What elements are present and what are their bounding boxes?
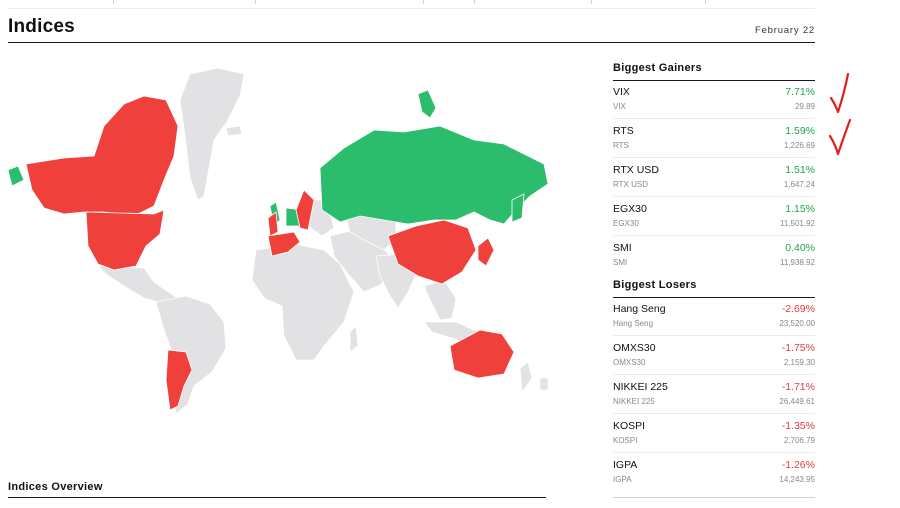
top-divider bbox=[591, 0, 592, 4]
index-name: RTX USD bbox=[613, 164, 659, 176]
index-name: Hang Seng bbox=[613, 303, 666, 315]
top-divider bbox=[474, 0, 475, 4]
map-usa bbox=[85, 209, 165, 271]
world-map[interactable] bbox=[4, 60, 552, 430]
top-divider bbox=[423, 0, 424, 4]
index-name: SMI bbox=[613, 242, 632, 254]
page-date: February 22 bbox=[754, 25, 815, 36]
top-rule bbox=[8, 8, 815, 9]
index-change: -1.26% bbox=[781, 459, 815, 471]
row-divider bbox=[613, 413, 815, 414]
index-symbol: IGPA bbox=[613, 475, 632, 484]
gainers-title: Biggest Gainers bbox=[613, 62, 815, 81]
index-symbol: EGX30 bbox=[613, 219, 639, 228]
index-value: 1,647.24 bbox=[783, 180, 815, 189]
top-divider bbox=[705, 0, 706, 4]
map-iceland bbox=[225, 125, 243, 137]
map-madagascar bbox=[349, 325, 359, 353]
loser-row-igpa[interactable]: IGPA IGPA -1.26% 14,243.95 bbox=[613, 454, 815, 484]
loser-row-kospi[interactable]: KOSPI KOSPI -1.35% 2,706.79 bbox=[613, 415, 815, 454]
index-symbol: Hang Seng bbox=[613, 319, 654, 328]
index-change: -1.75% bbox=[781, 342, 815, 354]
map-new-zealand bbox=[519, 361, 533, 394]
index-value: 11,938.92 bbox=[780, 258, 815, 267]
losers-panel: Biggest Losers Hang Seng Hang Seng -2.69… bbox=[613, 279, 815, 484]
index-symbol: OMXS30 bbox=[613, 358, 646, 367]
checkmark-icon bbox=[829, 72, 850, 114]
index-change: 1.51% bbox=[785, 164, 815, 176]
index-name: EGX30 bbox=[613, 203, 647, 215]
indices-overview-title: Indices Overview bbox=[8, 481, 103, 493]
row-divider bbox=[613, 196, 815, 197]
index-change: -2.69% bbox=[781, 303, 815, 315]
index-value: 29.89 bbox=[794, 102, 815, 111]
row-divider bbox=[613, 118, 815, 119]
page-title: Indices bbox=[8, 16, 75, 37]
map-uk bbox=[267, 211, 279, 237]
index-symbol: NIKKEI 225 bbox=[613, 397, 655, 406]
index-value: 23,520.00 bbox=[779, 319, 815, 328]
row-divider bbox=[613, 374, 815, 375]
index-value: 11,501.92 bbox=[780, 219, 815, 228]
indices-overview-rule bbox=[8, 497, 546, 498]
index-name: OMXS30 bbox=[613, 342, 656, 354]
index-change: 1.15% bbox=[785, 203, 815, 215]
checkmark-icon bbox=[828, 118, 852, 156]
map-antarctic-fragment bbox=[539, 377, 549, 391]
index-symbol: KOSPI bbox=[613, 436, 638, 445]
index-change: -1.35% bbox=[781, 420, 815, 432]
index-symbol: VIX bbox=[613, 102, 626, 111]
index-name: RTS bbox=[613, 125, 634, 137]
page-header: Indices February 22 bbox=[8, 14, 815, 43]
index-change: -1.71% bbox=[781, 381, 815, 393]
map-south-america bbox=[155, 295, 227, 415]
index-change: 0.40% bbox=[785, 242, 815, 254]
gainer-row-egx30[interactable]: EGX30 EGX30 1.15% 11,501.92 bbox=[613, 198, 815, 237]
index-change: 1.59% bbox=[785, 125, 815, 137]
map-alaska-fragment bbox=[7, 165, 25, 187]
loser-row-hang-seng[interactable]: Hang Seng Hang Seng -2.69% 23,520.00 bbox=[613, 298, 815, 337]
row-divider bbox=[613, 235, 815, 236]
row-divider bbox=[613, 335, 815, 336]
losers-title: Biggest Losers bbox=[613, 279, 815, 298]
index-symbol: RTS bbox=[613, 141, 629, 150]
index-name: VIX bbox=[613, 86, 630, 98]
loser-row-omxs30[interactable]: OMXS30 OMXS30 -1.75% 2,159.30 bbox=[613, 337, 815, 376]
index-value: 2,159.30 bbox=[783, 358, 815, 367]
top-divider bbox=[113, 0, 114, 4]
index-name: NIKKEI 225 bbox=[613, 381, 668, 393]
index-value: 26,449.61 bbox=[779, 397, 815, 406]
index-value: 1,226.69 bbox=[783, 141, 815, 150]
index-symbol: SMI bbox=[613, 258, 628, 267]
index-name: KOSPI bbox=[613, 420, 646, 432]
handwritten-checkmarks bbox=[828, 72, 852, 156]
index-symbol: RTX USD bbox=[613, 180, 648, 189]
gainers-panel: Biggest Gainers VIX VIX 7.71% 29.89 RTS … bbox=[613, 62, 815, 267]
losers-bottom-rule bbox=[613, 497, 815, 498]
gainer-row-rtx-usd[interactable]: RTX USD RTX USD 1.51% 1,647.24 bbox=[613, 159, 815, 198]
map-japan bbox=[477, 237, 495, 267]
index-value: 14,243.95 bbox=[779, 475, 815, 484]
map-canada bbox=[25, 95, 179, 217]
row-divider bbox=[613, 157, 815, 158]
map-southeast-asia bbox=[423, 279, 457, 321]
gainer-row-smi[interactable]: SMI SMI 0.40% 11,938.92 bbox=[613, 237, 815, 267]
index-change: 7.71% bbox=[785, 86, 815, 98]
gainer-row-vix[interactable]: VIX VIX 7.71% 29.89 bbox=[613, 81, 815, 120]
loser-row-nikkei-225[interactable]: NIKKEI 225 NIKKEI 225 -1.71% 26,449.61 bbox=[613, 376, 815, 415]
row-divider bbox=[613, 452, 815, 453]
top-strip bbox=[0, 0, 900, 12]
top-divider bbox=[255, 0, 256, 4]
index-value: 2,706.79 bbox=[783, 436, 815, 445]
gainer-row-rts[interactable]: RTS RTS 1.59% 1,226.69 bbox=[613, 120, 815, 159]
map-novaya-zemlya bbox=[417, 89, 437, 119]
index-name: IGPA bbox=[613, 459, 638, 471]
